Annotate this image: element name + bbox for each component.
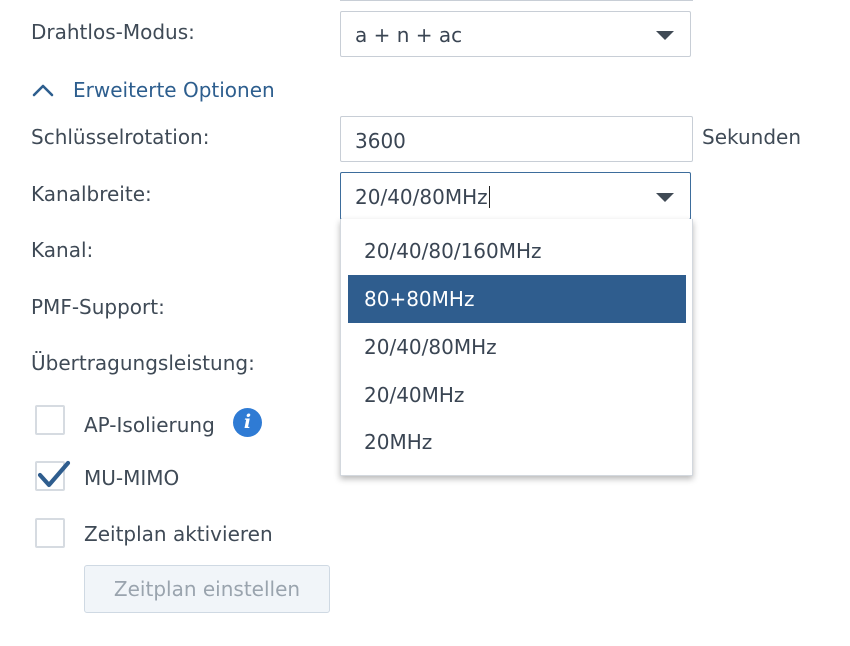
dropdown-arrow-icon — [656, 193, 674, 202]
key-rotation-label: Schlüsselrotation: — [31, 125, 210, 149]
channel-label: Kanal: — [31, 238, 94, 262]
info-icon[interactable]: i — [233, 408, 262, 437]
wireless-settings-panel: Drahtlos-Modus: a + n + ac Erweiterte Op… — [0, 0, 850, 646]
divider — [340, 0, 693, 1]
advanced-options-toggle[interactable]: Erweiterte Optionen — [31, 76, 275, 104]
dropdown-option-highlighted[interactable]: 80+80MHz — [348, 275, 686, 323]
text-caret — [488, 186, 490, 208]
advanced-options-label: Erweiterte Optionen — [73, 78, 275, 102]
dropdown-option[interactable]: 20/40/80MHz — [348, 323, 686, 371]
channel-width-value: 20/40/80MHz — [355, 185, 488, 209]
schedule-settings-button[interactable]: Zeitplan einstellen — [84, 565, 330, 613]
chevron-up-icon — [32, 84, 54, 97]
ap-isolation-label: AP-Isolierung — [84, 413, 215, 437]
tx-power-label: Übertragungsleistung: — [31, 351, 255, 375]
key-rotation-value: 3600 — [355, 129, 406, 153]
mu-mimo-checkbox[interactable] — [35, 460, 71, 491]
dropdown-arrow-icon — [656, 31, 674, 40]
ap-isolation-checkbox[interactable] — [35, 405, 65, 435]
dropdown-option[interactable]: 20/40/80/160MHz — [348, 227, 686, 275]
wireless-mode-select[interactable]: a + n + ac — [340, 11, 691, 57]
schedule-enable-label: Zeitplan aktivieren — [84, 522, 273, 546]
channel-width-select[interactable]: 20/40/80MHz — [340, 172, 691, 220]
dropdown-option[interactable]: 20MHz — [348, 418, 686, 466]
channel-width-dropdown-list: 20/40/80/160MHz 80+80MHz 20/40/80MHz 20/… — [340, 219, 693, 476]
schedule-enable-checkbox[interactable] — [35, 518, 65, 548]
mu-mimo-label: MU-MIMO — [84, 466, 180, 490]
checkmark-icon — [37, 460, 71, 488]
pmf-support-label: PMF-Support: — [31, 295, 165, 319]
channel-width-label: Kanalbreite: — [31, 182, 152, 206]
wireless-mode-value: a + n + ac — [355, 23, 463, 47]
key-rotation-input[interactable]: 3600 — [340, 116, 693, 162]
wireless-mode-label: Drahtlos-Modus: — [31, 20, 195, 44]
key-rotation-unit: Sekunden — [702, 125, 801, 149]
dropdown-option[interactable]: 20/40MHz — [348, 371, 686, 419]
